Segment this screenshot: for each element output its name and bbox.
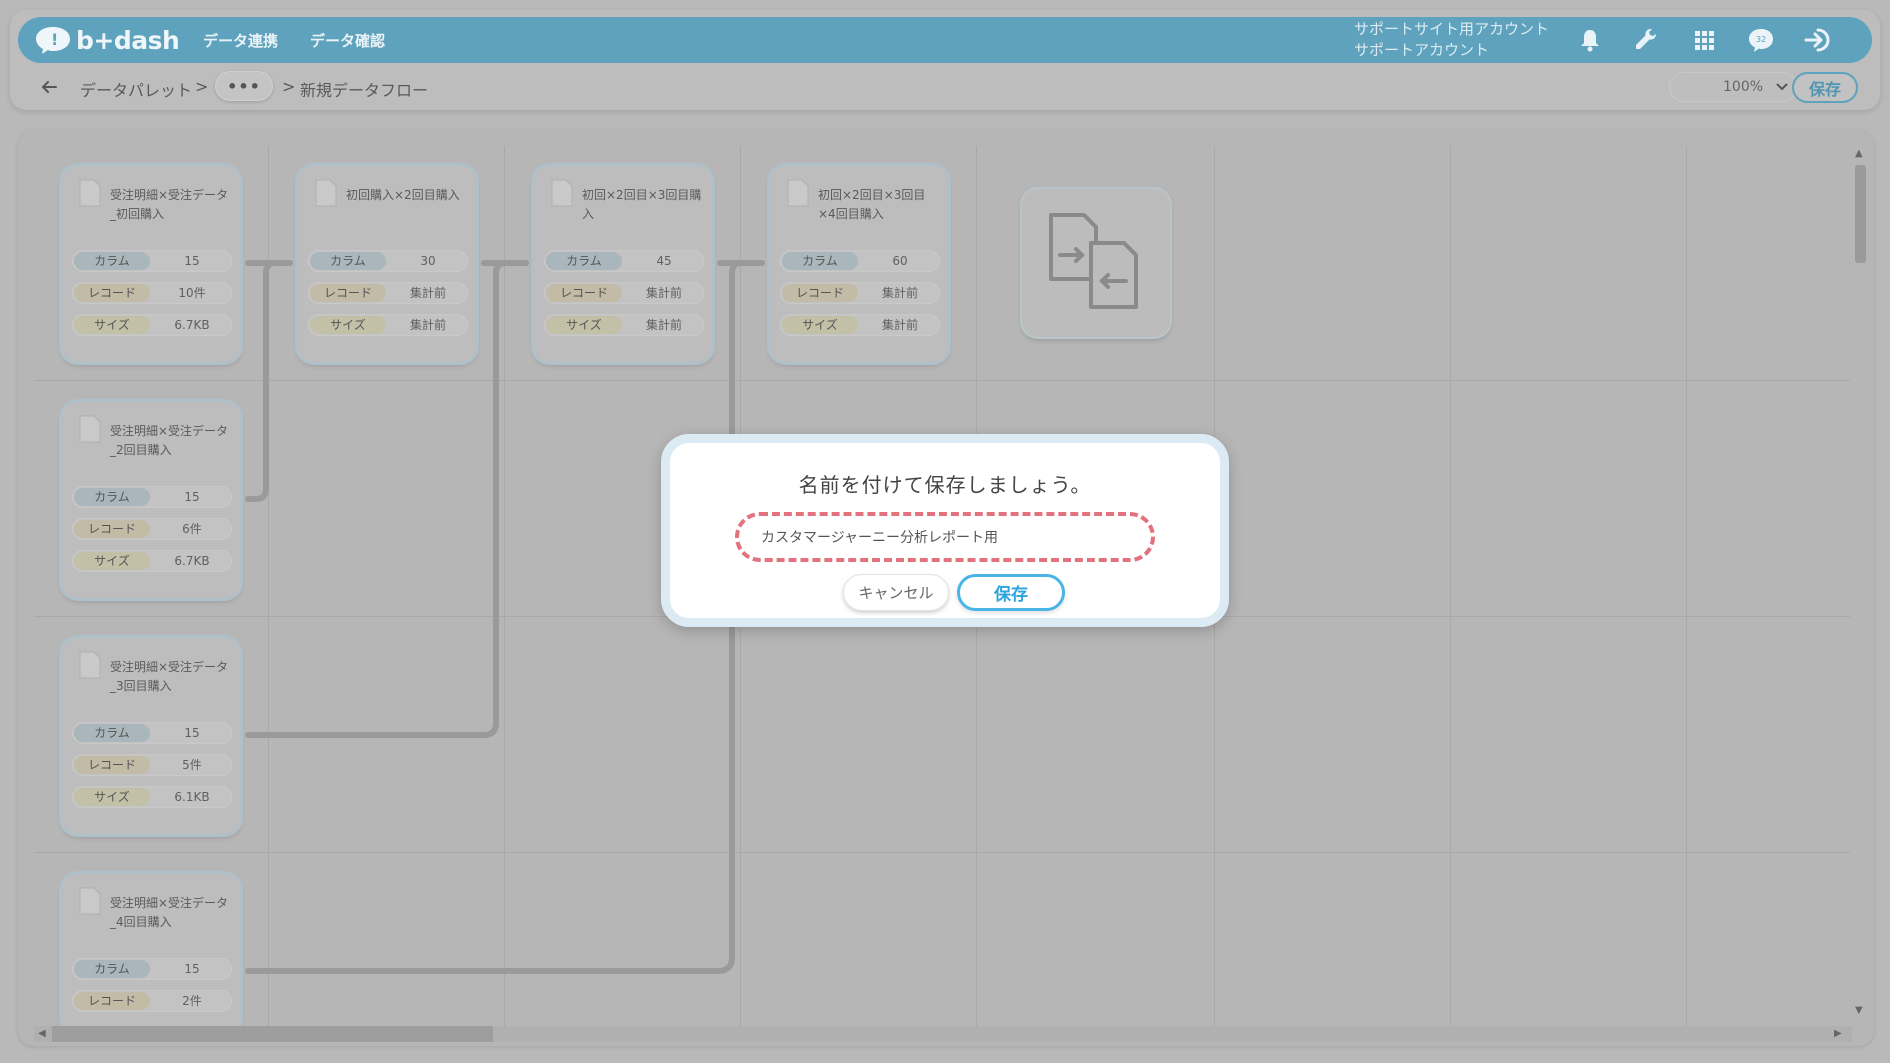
stat-columns: カラム 60 [780,250,940,272]
breadcrumb-separator: > [195,77,209,96]
account-info[interactable]: サポートサイト用アカウント サポートアカウント [1354,19,1549,61]
stat-columns: カラム 45 [544,250,704,272]
stat-records: レコード 集計前 [308,282,468,304]
document-icon [787,179,809,207]
breadcrumb-root[interactable]: データパレット [80,77,192,101]
cancel-button[interactable]: キャンセル [843,574,949,611]
vertical-scroll-thumb[interactable] [1855,165,1866,263]
node-title: 受注明細×受注データ_3回目購入 [110,660,229,693]
data-node[interactable]: 初回購入×2回目購入 カラム 30 レコード 集計前 サイズ 集計前 [298,166,476,362]
document-icon [79,887,101,915]
nav-data-link[interactable]: データ連携 [203,30,278,51]
stat-records: レコード 6件 [72,518,232,540]
chevron-down-icon [1776,83,1788,91]
scroll-down-icon[interactable]: ▼ [1855,1005,1863,1016]
logout-icon[interactable] [1802,26,1834,54]
node-title: 初回×2回目×3回目×4回目購入 [818,188,926,221]
zoom-value: 100% [1723,79,1764,95]
document-icon [79,179,101,207]
vertical-scrollbar[interactable] [1852,146,1868,1026]
horizontal-scroll-thumb[interactable] [52,1026,493,1042]
save-name-dialog: 名前を付けて保存しましょう。 キャンセル 保存 [661,434,1229,627]
flow-name-input[interactable] [735,512,1155,562]
breadcrumb-current: 新規データフロー [300,81,429,100]
stat-size: サイズ 6.1KB [72,786,232,808]
logo-text: b+dash [76,25,180,55]
scroll-left-icon[interactable]: ◀ [38,1028,46,1039]
stat-records: レコード 5件 [72,754,232,776]
document-icon [79,651,101,679]
toolbar: データパレット > ••• > 新規データフロー 100% 保存 [18,70,1872,106]
stat-size: サイズ 集計前 [780,314,940,336]
node-title: 初回購入×2回目購入 [346,188,460,202]
chat-bubble-icon: 32 [1749,29,1773,52]
message-badge[interactable]: 32 [1746,26,1776,54]
wrench-icon[interactable] [1632,26,1660,54]
breadcrumb-more-button[interactable]: ••• [215,71,273,101]
document-icon [79,415,101,443]
nav-data-check[interactable]: データ確認 [310,30,385,51]
stat-records: レコード 集計前 [780,282,940,304]
data-node[interactable]: 受注明細×受注データ_初回購入 カラム 15 レコード 10件 サイズ 6.7KB [62,166,240,362]
save-button[interactable]: 保存 [1792,72,1858,103]
account-user: サポートアカウント [1354,41,1490,59]
node-title: 受注明細×受注データ_初回購入 [110,188,229,221]
stat-size: サイズ 6.7KB [72,314,232,336]
zoom-select[interactable]: 100% [1669,72,1797,102]
data-node[interactable]: 受注明細×受注データ_2回目購入 カラム 15 レコード 6件 サイズ 6.7KB [62,402,240,598]
data-node[interactable]: 初回×2回目×3回目購入 カラム 45 レコード 集計前 サイズ 集計前 [534,166,712,362]
svg-text:!: ! [51,30,58,49]
document-icon [551,179,573,207]
stat-size: サイズ 集計前 [544,314,704,336]
document-icon [315,179,337,207]
notification-count: 32 [1756,35,1766,44]
stat-columns: カラム 15 [72,486,232,508]
scroll-right-icon[interactable]: ▶ [1834,1028,1842,1039]
bell-icon[interactable] [1576,26,1604,54]
dialog-save-button[interactable]: 保存 [957,574,1065,611]
stat-columns: カラム 15 [72,722,232,744]
top-bar: ! b+dash データ連携 データ確認 サポートサイト用アカウント サポートア… [18,17,1872,63]
stat-columns: カラム 30 [308,250,468,272]
node-title: 受注明細×受注データ_2回目購入 [110,424,229,457]
stat-columns: カラム 15 [72,250,232,272]
data-node[interactable]: 受注明細×受注データ_3回目購入 カラム 15 レコード 5件 サイズ 6.1KB [62,638,240,834]
node-title: 初回×2回目×3回目購入 [582,188,702,221]
scroll-up-icon[interactable]: ▲ [1855,148,1863,159]
join-node[interactable] [1022,189,1170,337]
stat-records: レコード 10件 [72,282,232,304]
data-node[interactable]: 受注明細×受注データ_4回目購入 カラム 15 レコード 2件 [62,874,240,1034]
account-org: サポートサイト用アカウント [1354,20,1550,38]
breadcrumb-separator-2: > [282,77,296,96]
back-arrow-icon[interactable] [38,76,60,98]
stat-records: レコード 集計前 [544,282,704,304]
logo-bubble-icon: ! [36,27,70,54]
stat-size: サイズ 集計前 [308,314,468,336]
data-node[interactable]: 初回×2回目×3回目×4回目購入 カラム 60 レコード 集計前 サイズ 集計前 [770,166,948,362]
stat-size: サイズ 6.7KB [72,550,232,572]
apps-grid-icon[interactable] [1690,26,1718,54]
dialog-title: 名前を付けて保存しましょう。 [798,473,1092,497]
node-title: 受注明細×受注データ_4回目購入 [110,896,229,929]
stat-records: レコード 2件 [72,990,232,1012]
file-merge-icon [1049,213,1138,309]
stat-columns: カラム 15 [72,958,232,980]
logo[interactable]: ! b+dash [34,23,180,57]
